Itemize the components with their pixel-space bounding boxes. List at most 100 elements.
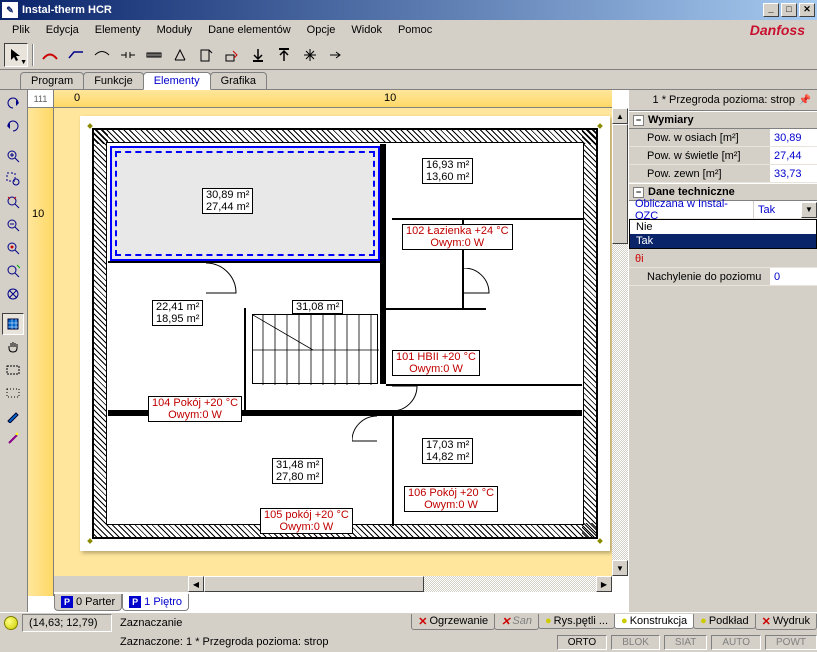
prop-row-editing[interactable]: Obliczana w Instal-OZC Tak ▼ (629, 201, 817, 219)
floor-p-icon: P (129, 596, 141, 608)
select-rect2-icon[interactable] (2, 382, 24, 404)
floor-tab-pietro[interactable]: P1 Piętro (122, 594, 189, 611)
undo-icon[interactable] (2, 92, 24, 114)
dropdown-option-nie[interactable]: Nie (630, 220, 816, 234)
status-indicator-icon[interactable] (4, 616, 18, 630)
floor-p-icon: P (61, 596, 73, 608)
mode-auto[interactable]: AUTO (711, 635, 761, 650)
mode-siat[interactable]: SIAT (664, 635, 707, 650)
menu-pomoc[interactable]: Pomoc (390, 22, 440, 38)
menu-plik[interactable]: Plik (4, 22, 38, 38)
tab-grafika[interactable]: Grafika (210, 72, 267, 89)
bottom-tabs: ✕Ogrzewanie ✕San ●Rys.pętli ... ●Konstru… (412, 614, 817, 632)
btab-podklad[interactable]: ●Podkład (693, 614, 755, 629)
pen-icon[interactable] (2, 405, 24, 427)
x-icon: ✕ (762, 615, 771, 628)
minimize-button[interactable]: _ (763, 3, 779, 17)
maximize-button[interactable]: □ (781, 3, 797, 17)
tool-star-icon[interactable] (298, 43, 322, 67)
wall-v1[interactable] (380, 144, 386, 384)
zoom-all-icon[interactable] (2, 283, 24, 305)
tool-connector-icon[interactable] (116, 43, 140, 67)
drawing-canvas[interactable]: 30,89 m²27,44 m² (54, 108, 612, 576)
btab-ogrzewanie[interactable]: ✕Ogrzewanie (411, 614, 495, 630)
zoom-in-icon[interactable] (2, 145, 24, 167)
scroll-right-button[interactable]: ▶ (596, 576, 612, 592)
dropdown-list: Nie Tak (629, 219, 817, 249)
zoom-fit-icon[interactable] (2, 191, 24, 213)
prop-row[interactable]: Nachylenie do poziomu 0 (629, 268, 817, 286)
prop-row[interactable]: Pow. w osiach [m²]30,89 (629, 129, 817, 147)
scroll-thumb-v[interactable] (612, 124, 628, 244)
btab-konstrukcja[interactable]: ●Konstrukcja (614, 614, 694, 629)
zoom-ext-icon[interactable] (2, 237, 24, 259)
tool-arrow-icon[interactable] (324, 43, 348, 67)
ruler-vertical[interactable]: 10 (28, 108, 54, 596)
prop-row[interactable]: Pow. w świetle [m²]27,44 (629, 147, 817, 165)
select-rect-icon[interactable] (2, 359, 24, 381)
ruler-horizontal[interactable]: 0 10 (54, 90, 612, 108)
canvas-area: 111 0 10 10 3 (28, 90, 628, 612)
scroll-down-button[interactable]: ▼ (612, 560, 628, 576)
tool-edit-icon[interactable] (220, 43, 244, 67)
tool-down-icon[interactable] (246, 43, 270, 67)
tab-funkcje[interactable]: Funkcje (83, 72, 144, 89)
menu-moduly[interactable]: Moduły (149, 22, 200, 38)
wall-h5[interactable] (392, 218, 584, 220)
prop-row[interactable]: Pow. zewn [m²]33,73 (629, 165, 817, 183)
collapse-icon[interactable]: − (633, 115, 644, 126)
menu-widok[interactable]: Widok (343, 22, 390, 38)
horizontal-scrollbar[interactable]: ◀ ▶ (28, 576, 612, 592)
room-label-r9: 17,03 m²14,82 m² (422, 438, 473, 464)
menu-dane[interactable]: Dane elementów (200, 22, 299, 38)
pan-icon[interactable] (2, 336, 24, 358)
scroll-up-button[interactable]: ▲ (612, 108, 628, 124)
tool-radiator-icon[interactable] (142, 43, 166, 67)
wall-h3[interactable] (386, 308, 486, 310)
props-title: 1 * Przegroda pozioma: strop (635, 94, 795, 106)
stairs[interactable] (252, 314, 378, 384)
wand-icon[interactable] (2, 428, 24, 450)
dropdown-arrow-icon[interactable]: ▼ (801, 202, 817, 218)
layer-grid-icon[interactable] (2, 313, 24, 335)
floor-tab-parter[interactable]: P0 Parter (54, 594, 122, 611)
tool-curve-icon[interactable] (90, 43, 114, 67)
wall-h1[interactable] (108, 261, 384, 263)
wall-v3[interactable] (392, 416, 394, 526)
vertical-scrollbar[interactable]: ▲ ▼ (612, 108, 628, 576)
tool-door-icon[interactable] (194, 43, 218, 67)
dropdown-option-tak[interactable]: Tak (630, 234, 816, 248)
collapse-icon[interactable]: − (633, 187, 644, 198)
tool-pipe-icon[interactable] (38, 43, 62, 67)
wall-v2[interactable] (244, 308, 246, 412)
menu-elementy[interactable]: Elementy (87, 22, 149, 38)
btab-wydruk[interactable]: ✕Wydruk (755, 614, 817, 630)
zoom-prev-icon[interactable] (2, 260, 24, 282)
menu-edycja[interactable]: Edycja (38, 22, 87, 38)
tab-elementy[interactable]: Elementy (143, 72, 211, 90)
tool-segment-icon[interactable] (64, 43, 88, 67)
pointer-tool-button[interactable]: ▼ (4, 43, 28, 67)
section-wymiary[interactable]: − Wymiary (629, 111, 817, 129)
door-icon (352, 416, 382, 446)
btab-san[interactable]: ✕San (494, 614, 539, 630)
redo-icon[interactable] (2, 115, 24, 137)
close-button[interactable]: ✕ (799, 3, 815, 17)
prop-row[interactable]: θi (629, 250, 817, 268)
tab-program[interactable]: Program (20, 72, 84, 89)
tool-up-icon[interactable] (272, 43, 296, 67)
selected-room[interactable]: 30,89 m²27,44 m² (110, 146, 380, 261)
mode-powt[interactable]: POWT (765, 635, 817, 650)
menu-opcje[interactable]: Opcje (299, 22, 344, 38)
scroll-thumb-h[interactable] (204, 576, 424, 592)
mode-blok[interactable]: BLOK (611, 635, 660, 650)
room-label-r8: 105 pokój +20 °COwym:0 W (260, 508, 353, 534)
pin-icon[interactable]: 📌 (799, 94, 811, 106)
mode-orto[interactable]: ORTO (557, 635, 608, 650)
ruler-corner: 111 (28, 90, 54, 108)
scroll-left-button[interactable]: ◀ (188, 576, 204, 592)
tool-valve-icon[interactable] (168, 43, 192, 67)
zoom-area-icon[interactable] (2, 168, 24, 190)
btab-ryspetli[interactable]: ●Rys.pętli ... (538, 614, 615, 629)
zoom-out-icon[interactable] (2, 214, 24, 236)
